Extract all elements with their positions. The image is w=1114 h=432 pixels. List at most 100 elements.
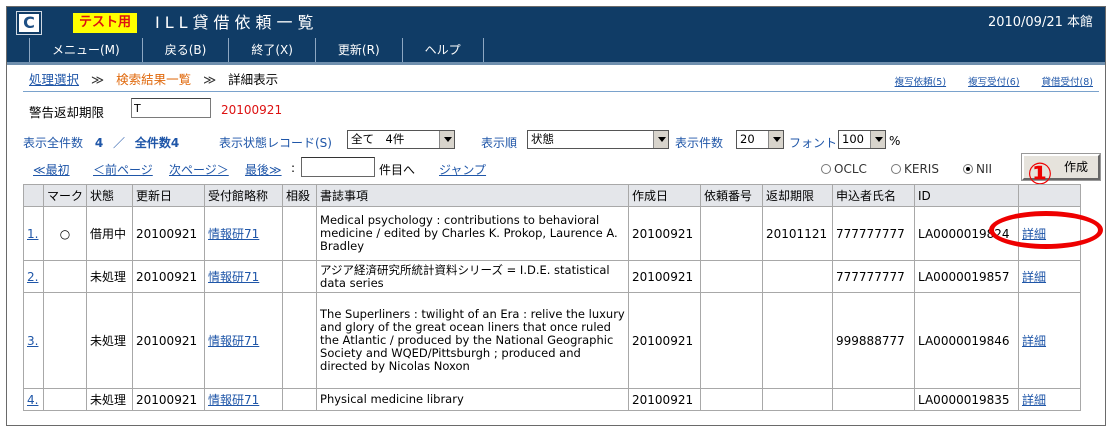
row-due: 20101121	[762, 206, 834, 261]
next-page-link[interactable]: 次ページ＞	[169, 161, 229, 178]
breadcrumb-process-select[interactable]: 処理選択	[29, 72, 79, 87]
row-number[interactable]: 2.	[23, 260, 44, 293]
row-updated: 20100921	[132, 292, 206, 389]
menu-item-refresh[interactable]: 更新(R)	[314, 38, 402, 62]
row-offset	[282, 388, 318, 411]
row-biblio: アジア経済研究所統計資料シリーズ = I.D.E. statistical da…	[316, 260, 630, 293]
row-library[interactable]: 情報研71	[204, 388, 284, 411]
row-mark	[42, 292, 88, 389]
row-applicant: 777777777	[832, 206, 916, 261]
menu-item-menu[interactable]: メニュー(M)	[29, 38, 142, 62]
loan-receive-link[interactable]: 貸借受付(8)	[1042, 74, 1093, 88]
row-status: 未処理	[86, 388, 134, 411]
col-header-updated: 更新日	[132, 184, 206, 207]
row-library[interactable]: 情報研71	[204, 206, 284, 261]
row-request-no	[700, 388, 764, 411]
chevron-down-icon	[439, 131, 454, 148]
menu-item-back[interactable]: 戻る(B)	[141, 38, 229, 62]
table-header-row: マーク 状態 更新日 受付館略称 相殺 書誌事項 作成日 依頼番号 返却期限 申…	[23, 184, 1082, 207]
row-id: LA0000019846	[914, 292, 1020, 389]
top-links: 複写依頼(5) 複写受付(6) 貸借受付(8)	[895, 74, 1093, 88]
row-request-no	[700, 292, 764, 389]
date-location: 2010/09/21 本館	[987, 15, 1093, 30]
row-due	[762, 388, 834, 411]
col-header-due: 返却期限	[762, 184, 834, 207]
row-id: LA0000019857	[914, 260, 1020, 293]
detail-link[interactable]: 詳細	[1022, 270, 1046, 284]
row-updated: 20100921	[132, 260, 206, 293]
row-number[interactable]: 1.	[23, 206, 44, 261]
row-biblio: Medical psychology : contributions to be…	[316, 206, 630, 261]
detail-link[interactable]: 詳細	[1022, 334, 1046, 348]
col-header-mark: マーク	[42, 184, 88, 207]
row-offset	[282, 260, 318, 293]
jump-link[interactable]: ジャンプ	[439, 161, 486, 178]
header-bar: C テスト用 ILL貸借依頼一覧 2010/09/21 本館 メニュー(M) 戻…	[7, 7, 1105, 65]
radio-icon	[821, 164, 831, 174]
row-created: 20100921	[628, 260, 702, 293]
status-record-label: 表示状態レコード(S)	[219, 136, 332, 150]
col-header-biblio: 書誌事項	[316, 184, 630, 207]
app-window: C テスト用 ILL貸借依頼一覧 2010/09/21 本館 メニュー(M) 戻…	[6, 6, 1106, 426]
row-status: 未処理	[86, 292, 134, 389]
row-status: 借用中	[86, 206, 134, 261]
table-row: 1. ○ 借用中 20100921 情報研71 Medical psycholo…	[23, 206, 1082, 261]
menu-bar: メニュー(M) 戻る(B) 終了(X) 更新(R) ヘルプ	[29, 38, 484, 62]
row-detail[interactable]: 詳細	[1018, 292, 1082, 389]
row-created: 20100921	[628, 292, 702, 389]
test-mode-badge: テスト用	[73, 13, 138, 33]
row-library[interactable]: 情報研71	[204, 260, 284, 293]
col-header-detail	[1018, 184, 1082, 207]
row-applicant: 777777777	[832, 260, 916, 293]
col-header-created: 作成日	[628, 184, 702, 207]
menu-item-help[interactable]: ヘルプ	[401, 38, 484, 62]
row-detail[interactable]: 詳細	[1018, 260, 1082, 293]
row-applicant	[832, 388, 916, 411]
display-count-select[interactable]: 20	[736, 130, 784, 149]
font-size-select[interactable]: 100	[838, 130, 886, 149]
highlight-ellipse	[989, 211, 1103, 249]
first-page-link[interactable]: ≪最初	[33, 161, 70, 178]
col-header-id: ID	[914, 184, 1020, 207]
row-mark: ○	[42, 206, 88, 261]
row-offset	[282, 292, 318, 389]
row-id: LA0000019835	[914, 388, 1020, 411]
row-applicant: 999888777	[832, 292, 916, 389]
row-number[interactable]: 4.	[23, 388, 44, 411]
row-status: 未処理	[86, 260, 134, 293]
copy-request-link[interactable]: 複写依頼(5)	[895, 74, 946, 88]
row-created: 20100921	[628, 388, 702, 411]
breadcrumb-search-results[interactable]: 検索結果一覧	[116, 72, 191, 87]
prev-page-link[interactable]: ＜前ページ	[93, 161, 153, 178]
row-due	[762, 292, 834, 389]
breadcrumb-separator: ≫	[203, 72, 217, 87]
row-updated: 20100921	[132, 206, 206, 261]
detail-link[interactable]: 詳細	[1022, 393, 1046, 407]
nav-colon: :	[291, 161, 296, 175]
app-logo-icon: C	[16, 11, 42, 35]
menu-item-exit[interactable]: 終了(X)	[228, 38, 315, 62]
row-library[interactable]: 情報研71	[204, 292, 284, 389]
breadcrumb-separator: ≫	[91, 72, 105, 87]
sort-order-select[interactable]: 状態	[527, 130, 669, 149]
row-detail[interactable]: 詳細	[1018, 388, 1082, 411]
table-row: 2. 未処理 20100921 情報研71 アジア経済研究所統計資料シリーズ =…	[23, 260, 1082, 293]
breadcrumb-detail: 詳細表示	[228, 72, 279, 87]
row-number[interactable]: 3.	[23, 292, 44, 389]
col-header-applicant: 申込者氏名	[832, 184, 916, 207]
warning-due-date: 20100921	[221, 103, 283, 117]
copy-receive-link[interactable]: 複写受付(6)	[968, 74, 1019, 88]
radio-keris[interactable]: KERIS	[891, 162, 939, 176]
radio-nii[interactable]: NII	[963, 162, 992, 176]
radio-oclc[interactable]: OCLC	[821, 162, 867, 176]
col-header-request-no: 依頼番号	[700, 184, 764, 207]
col-header-status: 状態	[86, 184, 134, 207]
warning-due-input[interactable]	[131, 98, 211, 118]
sort-order-label: 表示順	[481, 136, 518, 150]
last-page-link[interactable]: 最後≫	[245, 161, 282, 178]
row-mark	[42, 260, 88, 293]
table-row: 3. 未処理 20100921 情報研71 The Superliners : …	[23, 292, 1082, 389]
status-record-select[interactable]: 全て 4件	[347, 130, 455, 149]
pagination-row: ≪最初 ＜前ページ 次ページ＞ 最後≫ : 件目へ ジャンプ OCLC KERI…	[29, 157, 1105, 181]
page-number-input[interactable]	[301, 157, 375, 177]
